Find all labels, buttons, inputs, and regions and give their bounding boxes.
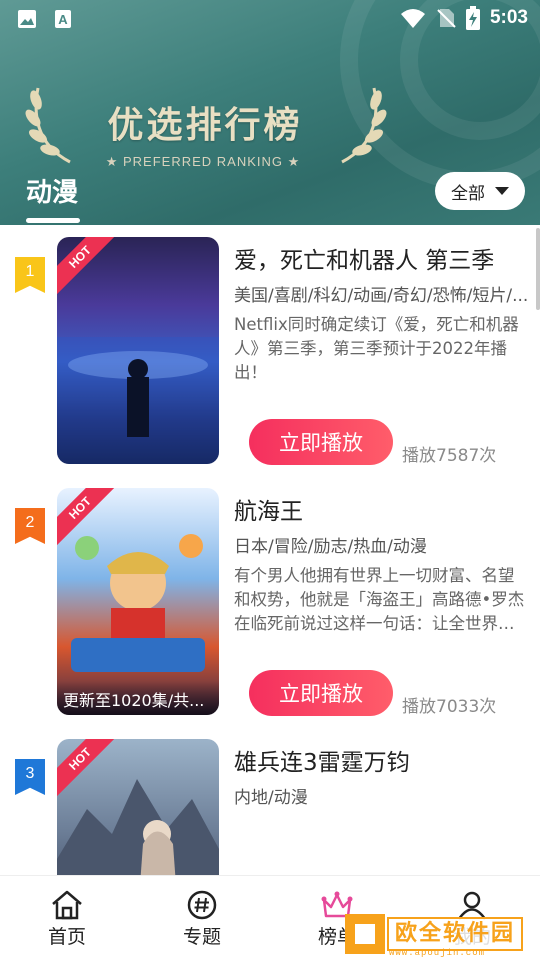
watermark-logo-icon bbox=[345, 914, 385, 954]
home-icon bbox=[52, 890, 82, 920]
filter-label: 全部 bbox=[451, 183, 485, 204]
poster-caption: 更新至1020集/共... bbox=[57, 681, 219, 715]
item-tags: 美国/喜剧/科幻/动画/奇幻/恐怖/短片/... bbox=[234, 286, 529, 306]
play-now-button[interactable]: 立即播放 bbox=[249, 419, 393, 465]
nav-topics[interactable]: 专题 bbox=[152, 890, 252, 949]
filter-dropdown[interactable]: 全部 bbox=[435, 172, 525, 210]
play-count: 播放7587次 bbox=[402, 446, 497, 466]
caret-down-icon bbox=[495, 187, 509, 195]
item-description: Netflix同时确定续订《爱，死亡和机器人》第三季，第三季预计于2022年播出… bbox=[234, 315, 519, 382]
wifi-icon bbox=[400, 9, 425, 28]
ranking-banner: A 5:03 优选排行榜 ★ PREFERRED RANKING ★ 动漫 全部 bbox=[0, 0, 540, 225]
watermark-url: www.apoujin.com bbox=[389, 948, 486, 958]
poster-image[interactable]: HOT bbox=[57, 237, 219, 464]
battery-charging-icon bbox=[465, 6, 480, 30]
image-icon bbox=[18, 10, 36, 28]
item-tags: 内地/动漫 bbox=[234, 788, 308, 808]
no-sim-icon bbox=[437, 9, 456, 28]
status-bar: A 5:03 bbox=[0, 0, 540, 38]
list-item[interactable]: 2 HOT 更新至1020集/共... 航海王 日本/冒险/励志/热血/动漫 有… bbox=[0, 476, 540, 726]
list-item[interactable]: 3 HOT 雄兵连3雷霆万钧 内地/动漫 bbox=[0, 727, 540, 875]
banner-title: 优选排行榜 bbox=[107, 105, 303, 146]
rank-badge: 2 bbox=[15, 508, 45, 544]
list-item[interactable]: 1 HOT 爱，死亡和机器人 第三季 美国/喜剧/科幻/动画/奇幻/恐怖/短片/… bbox=[0, 225, 540, 475]
play-now-button[interactable]: 立即播放 bbox=[249, 670, 393, 716]
poster-image[interactable]: HOT 更新至1020集/共... bbox=[57, 488, 219, 715]
nav-home[interactable]: 首页 bbox=[17, 890, 117, 949]
watermark: 欧全软件园 www.apoujin.com bbox=[345, 912, 535, 958]
item-tags: 日本/冒险/励志/热血/动漫 bbox=[234, 537, 427, 557]
poster-art bbox=[57, 337, 219, 464]
svg-text:A: A bbox=[58, 12, 68, 27]
rank-badge: 3 bbox=[15, 759, 45, 795]
play-count: 播放7033次 bbox=[402, 697, 497, 717]
rank-badge: 1 bbox=[15, 257, 45, 293]
item-description: 有个男人他拥有世界上一切财富、名望和权势，他就是「海盗王」高路德•罗杰在临死前说… bbox=[234, 566, 525, 633]
hashtag-icon bbox=[187, 890, 217, 920]
status-time: 5:03 bbox=[489, 7, 528, 28]
ranking-list[interactable]: 1 HOT 爱，死亡和机器人 第三季 美国/喜剧/科幻/动画/奇幻/恐怖/短片/… bbox=[0, 225, 540, 875]
nav-label: 首页 bbox=[47, 926, 86, 948]
nav-label: 专题 bbox=[182, 926, 221, 948]
banner-subtitle: ★ PREFERRED RANKING ★ bbox=[105, 154, 301, 169]
watermark-text: 欧全软件园 bbox=[387, 917, 524, 951]
tab-anime[interactable]: 动漫 bbox=[26, 172, 78, 209]
font-icon: A bbox=[55, 10, 71, 28]
tab-indicator bbox=[26, 218, 80, 223]
poster-image[interactable]: HOT bbox=[57, 739, 219, 875]
item-title[interactable]: 航海王 bbox=[234, 492, 303, 526]
item-title[interactable]: 爱，死亡和机器人 第三季 bbox=[234, 241, 494, 275]
item-title[interactable]: 雄兵连3雷霆万钧 bbox=[234, 743, 410, 777]
scrollbar[interactable] bbox=[536, 228, 540, 310]
